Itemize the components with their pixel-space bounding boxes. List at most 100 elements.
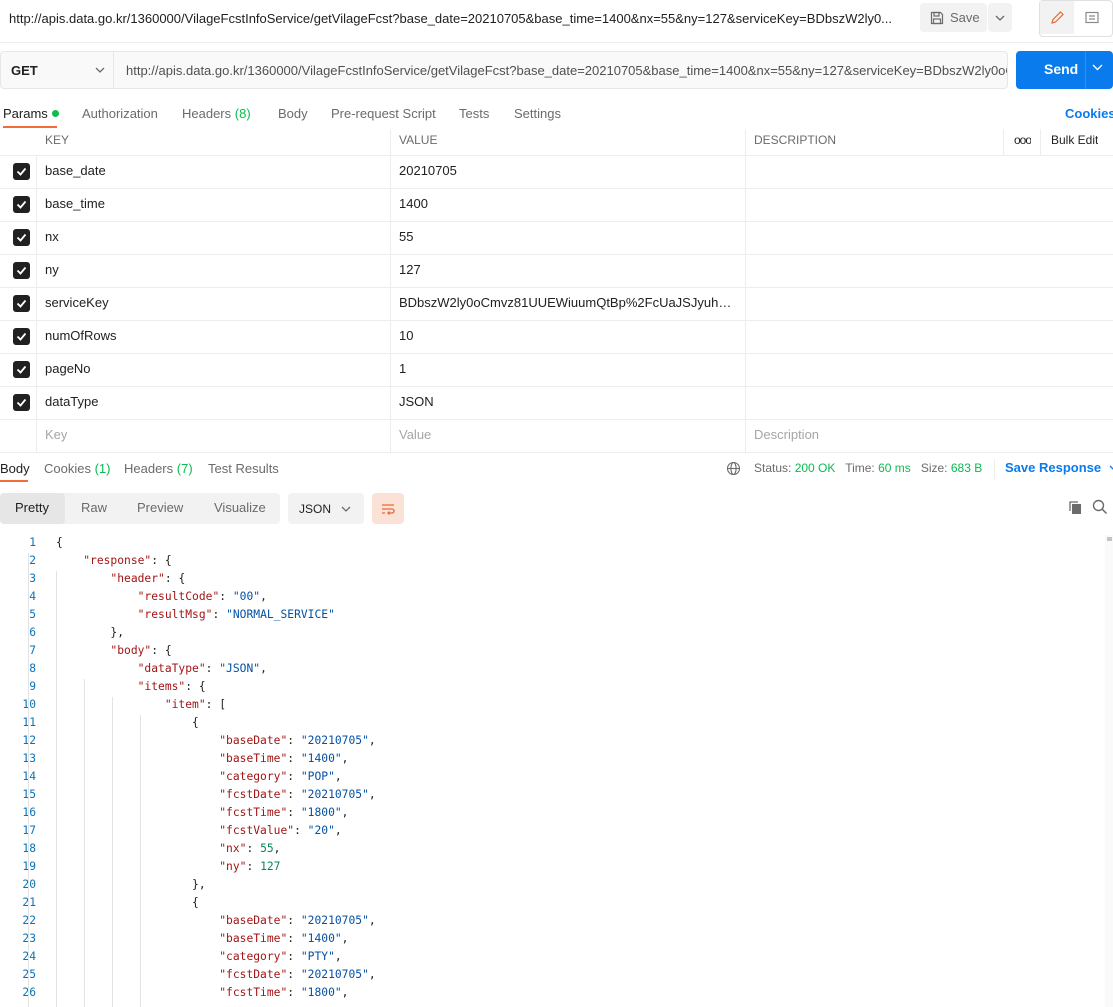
search-icon[interactable] [1092,499,1108,515]
line-number: 3 [29,572,36,585]
param-checkbox[interactable] [13,262,30,279]
time-value[interactable]: 60 ms [878,461,911,475]
format-select[interactable]: JSON [288,493,364,524]
param-description[interactable] [754,155,994,188]
param-value[interactable]: 127 [399,254,737,287]
indent-guide [56,661,57,1007]
code-line: "category": "POP", [219,770,342,783]
param-value[interactable]: 10 [399,320,737,353]
scrollbar[interactable] [1105,535,1113,1007]
save-button[interactable]: Save [920,3,987,32]
param-key[interactable]: dataType [45,386,385,419]
tab-pre-request-script[interactable]: Pre-request Script [331,106,436,121]
param-row: base_time 1400 [0,188,1113,222]
wrap-lines-button[interactable] [372,493,404,524]
param-value[interactable]: JSON [399,386,737,419]
param-checkbox[interactable] [13,229,30,246]
view-raw[interactable]: Raw [81,500,107,515]
response-tab-test-results[interactable]: Test Results [208,461,279,476]
line-number: 24 [22,950,36,963]
new-value-input[interactable]: Value [399,419,431,452]
code-line: }, [56,878,206,891]
param-description[interactable] [754,221,994,254]
chevron-down-icon [1109,465,1113,471]
param-key[interactable]: nx [45,221,385,254]
view-preview[interactable]: Preview [137,500,183,515]
comment-icon [1085,11,1099,23]
response-body-viewer[interactable]: 1 {2 "response": {3 "header": {4 "resultC… [0,535,1105,1007]
param-key[interactable]: base_date [45,155,385,188]
response-cookies-count: (1) [94,461,111,476]
line-number: 12 [22,734,36,747]
scrollbar-thumb[interactable] [1107,537,1112,541]
method-select[interactable]: GET [0,51,113,89]
new-key-input[interactable]: Key [45,419,67,452]
tab-headers[interactable]: Headers (8) [182,106,251,121]
request-title[interactable]: http://apis.data.go.kr/1360000/VilageFcs… [9,11,892,26]
param-checkbox[interactable] [13,295,30,312]
param-description[interactable] [754,353,994,386]
param-row: numOfRows 10 [0,320,1113,354]
tab-authorization[interactable]: Authorization [82,106,158,121]
indent-guide [56,571,57,661]
line-number: 19 [22,860,36,873]
params-header-row: KEY VALUE DESCRIPTION ooo Bulk Edit [0,129,1113,156]
param-value[interactable]: 55 [399,221,737,254]
method-label: GET [11,62,38,78]
code-line: "ny": 127 [219,860,281,873]
view-pretty[interactable]: Pretty [15,500,49,515]
param-value[interactable]: 1400 [399,188,737,221]
param-value[interactable]: 20210705 [399,155,737,188]
param-value[interactable]: 1 [399,353,737,386]
param-value[interactable]: BDbszW2ly0oCmvz81UUEWiuumQtBp%2FcUaJSJyu… [399,287,737,320]
headers-count: (8) [234,106,251,121]
param-description[interactable] [754,320,994,353]
param-checkbox[interactable] [13,196,30,213]
save-options-button[interactable] [988,3,1012,32]
view-visualize[interactable]: Visualize [214,500,266,515]
edit-mode-button[interactable] [1040,1,1074,34]
response-headers-count: (7) [176,461,193,476]
param-checkbox[interactable] [13,394,30,411]
param-key[interactable]: ny [45,254,385,287]
param-key[interactable]: numOfRows [45,320,385,353]
url-input[interactable]: http://apis.data.go.kr/1360000/VilageFcs… [113,51,1008,89]
code-line: "baseTime": "1400", [219,752,349,765]
size-value[interactable]: 683 B [951,461,982,475]
param-description[interactable] [754,188,994,221]
response-tab-body[interactable]: Body [0,461,30,476]
checkmark-icon [16,398,27,407]
code-line: "dataType": "JSON", [137,662,267,675]
tab-params[interactable]: Params [3,106,59,121]
new-param-row: Key Value Description [0,419,1113,453]
tab-tests[interactable]: Tests [459,106,489,121]
chevron-down-icon[interactable] [1092,64,1103,71]
param-key[interactable]: serviceKey [45,287,385,320]
save-response-button[interactable]: Save Response [1005,460,1113,475]
param-checkbox[interactable] [13,328,30,345]
table-divider [745,129,746,452]
param-description[interactable] [754,386,994,419]
response-tab-cookies[interactable]: Cookies (1) [44,461,110,476]
cookies-link[interactable]: Cookies [1065,106,1113,121]
response-active-tab-indicator [0,480,28,482]
new-description-input[interactable]: Description [754,419,819,452]
send-button[interactable]: Send [1016,51,1113,89]
tab-body[interactable]: Body [278,106,308,121]
tab-settings[interactable]: Settings [514,106,561,121]
copy-icon[interactable] [1068,500,1083,515]
param-checkbox[interactable] [13,361,30,378]
pencil-icon [1051,10,1064,24]
comments-button[interactable] [1074,1,1110,34]
param-key[interactable]: pageNo [45,353,385,386]
param-description[interactable] [754,254,994,287]
save-label: Save [950,10,980,25]
param-description[interactable] [754,287,994,320]
globe-icon[interactable] [726,461,741,476]
status-value[interactable]: 200 OK [795,461,836,475]
active-tab-indicator [3,126,57,128]
param-checkbox[interactable] [13,163,30,180]
floppy-icon [930,11,944,24]
response-tab-headers[interactable]: Headers (7) [124,461,193,476]
param-key[interactable]: base_time [45,188,385,221]
